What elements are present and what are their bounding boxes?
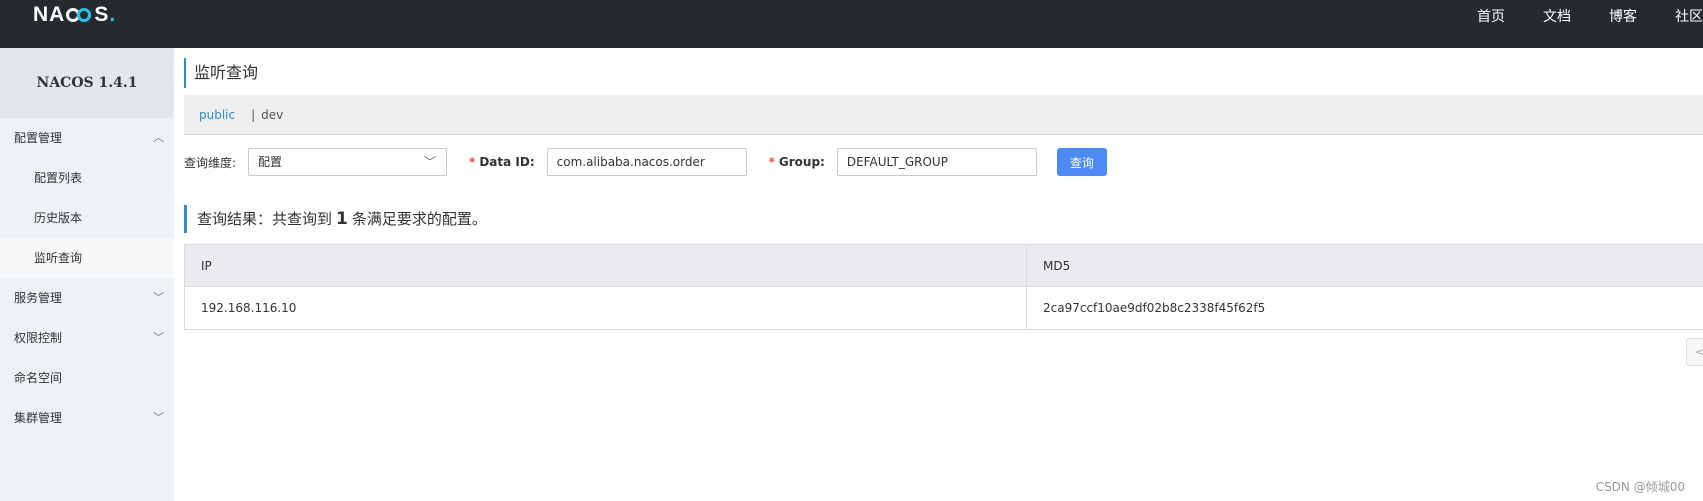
logo-dot: . <box>109 3 117 26</box>
required-mark: * <box>469 155 476 169</box>
dimension-select[interactable]: 配置 ﹀ <box>248 148 448 176</box>
sidebar-item-namespace[interactable]: 命名空间 <box>0 358 174 398</box>
logo-text-left: NA <box>33 3 66 26</box>
dimension-label: 查询维度: <box>184 155 237 170</box>
dimension-value: 配置 <box>258 155 283 169</box>
logo-text-right: S <box>94 3 110 26</box>
sidebar-item-label: 集群管理 <box>14 411 63 425</box>
group-input[interactable] <box>836 148 1037 176</box>
query-button[interactable]: 查询 <box>1056 148 1107 176</box>
main-content: 监听查询 public | dev 查询维度: 配置 ﹀ *Data ID: *… <box>174 48 1703 501</box>
group-label: * Group: <box>769 155 825 169</box>
nav-docs[interactable]: 文档 <box>1543 6 1571 26</box>
nav-home[interactable]: 首页 <box>1477 6 1505 26</box>
sidebar-item-label: 配置管理 <box>14 131 63 145</box>
top-nav: 首页 文档 博客 社区 <box>1477 6 1703 26</box>
result-table: IP MD5 192.168.116.10 2ca97ccf10ae9df02b… <box>184 244 1703 330</box>
nav-blog[interactable]: 博客 <box>1609 6 1637 26</box>
namespace-public[interactable]: public <box>199 108 235 122</box>
result-suffix: 条满足要求的配置。 <box>351 210 487 228</box>
pagination-prev-button[interactable]: < <box>1686 338 1703 366</box>
nav-community[interactable]: 社区 <box>1675 6 1703 26</box>
sidebar-item-access-control[interactable]: 权限控制 ﹀ <box>0 318 174 358</box>
sidebar-title: NACOS 1.4.1 <box>0 48 174 118</box>
chevron-down-icon: ﹀ <box>424 155 437 169</box>
result-count: 1 <box>336 209 348 229</box>
sidebar-item-label: 命名空间 <box>14 371 63 385</box>
page-title: 监听查询 <box>184 58 258 88</box>
sidebar-menu: 配置管理 ︿ 配置列表 历史版本 监听查询 服务管理 ﹀ 权限控制 ﹀ 命名空间… <box>0 118 174 438</box>
sidebar-item-cluster-management[interactable]: 集群管理 ﹀ <box>0 398 174 438</box>
sidebar-item-label: 服务管理 <box>14 291 63 305</box>
chevron-down-icon: ﹀ <box>153 291 164 304</box>
logo-rings-icon <box>66 7 93 24</box>
cell-md5: 2ca97ccf10ae9df02b8c2338f45f62f5 <box>1043 301 1266 315</box>
sidebar-item-label: 历史版本 <box>34 211 83 225</box>
required-mark: * <box>768 155 775 169</box>
nacos-logo[interactable]: NA S . <box>33 3 116 27</box>
top-header: NA S . 首页 文档 博客 社区 <box>0 0 1703 48</box>
sidebar-item-label: 配置列表 <box>34 171 83 185</box>
dataid-label: * Data ID: <box>469 155 535 169</box>
result-prefix: 查询结果：共查询到 <box>197 210 333 228</box>
cell-ip: 192.168.116.10 <box>185 287 1027 329</box>
sidebar-item-listener-query[interactable]: 监听查询 <box>0 238 174 278</box>
namespace-separator: | <box>251 107 256 122</box>
namespace-bar: public | dev <box>184 95 1703 135</box>
chevron-down-icon: ﹀ <box>153 411 164 424</box>
result-summary: 查询结果：共查询到 1 条满足要求的配置。 <box>184 205 487 233</box>
chevron-up-icon: ︿ <box>153 131 164 144</box>
dataid-label-text: Data ID: <box>479 155 535 169</box>
sidebar-item-label: 监听查询 <box>34 251 83 265</box>
watermark: CSDN @倾城00 <box>1595 480 1685 494</box>
group-label-text: Group: <box>778 155 825 169</box>
dataid-input[interactable] <box>546 148 747 176</box>
sidebar-item-config-management[interactable]: 配置管理 ︿ <box>0 118 174 158</box>
query-form: 查询维度: 配置 ﹀ *Data ID: *Group: 查询 <box>184 147 1107 177</box>
namespace-dev[interactable]: dev <box>261 108 283 122</box>
column-header-md5: MD5 <box>1043 259 1071 273</box>
sidebar: NACOS 1.4.1 配置管理 ︿ 配置列表 历史版本 监听查询 服务管理 ﹀… <box>0 48 174 501</box>
chevron-down-icon: ﹀ <box>153 331 164 344</box>
sidebar-item-config-list[interactable]: 配置列表 <box>0 158 174 198</box>
table-header: IP MD5 <box>185 245 1703 287</box>
sidebar-item-history[interactable]: 历史版本 <box>0 198 174 238</box>
sidebar-item-service-management[interactable]: 服务管理 ﹀ <box>0 278 174 318</box>
column-header-ip: IP <box>185 245 1027 286</box>
table-row: 192.168.116.10 2ca97ccf10ae9df02b8c2338f… <box>185 287 1703 329</box>
sidebar-item-label: 权限控制 <box>14 331 63 345</box>
